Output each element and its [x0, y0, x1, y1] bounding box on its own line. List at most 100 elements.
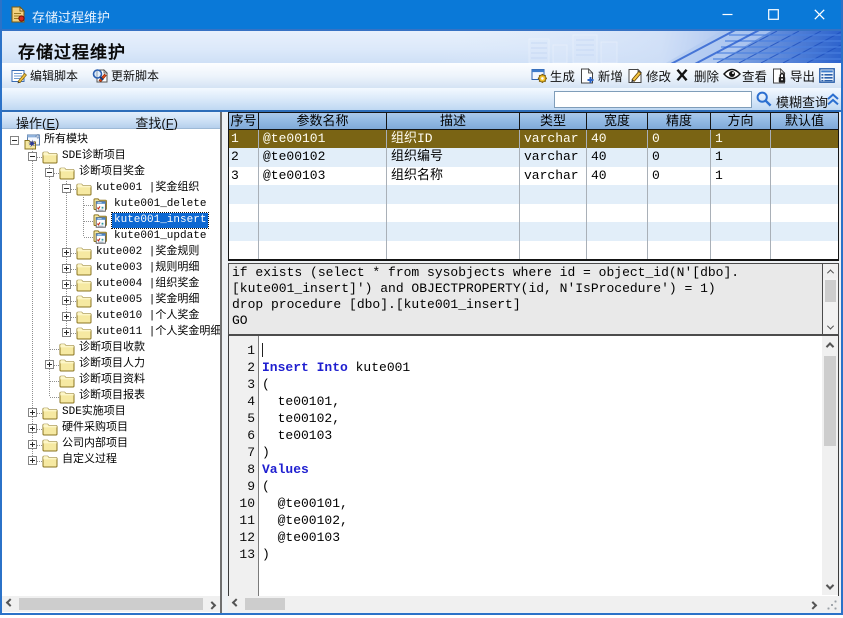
scroll-right-button[interactable]	[204, 596, 220, 612]
tree-item--[interactable]: 自定义过程	[2, 453, 220, 469]
tree-item-label[interactable]: 诊断项目人力	[77, 357, 147, 372]
close-button[interactable]	[797, 0, 842, 29]
tree-item-label[interactable]: 诊断项目报表	[77, 389, 147, 404]
table-empty-row[interactable]	[229, 185, 838, 203]
tree-item--[interactable]: 诊断项目资料	[2, 373, 220, 389]
tree-item-label[interactable]: kute003 |规则明细	[94, 261, 201, 276]
collapse-node-icon[interactable]	[45, 168, 54, 177]
tree-item-label[interactable]: kute004 |组织奖金	[94, 277, 201, 292]
tree-item-kute003-[interactable]: kute003 |规则明细	[2, 261, 220, 277]
tree-item-kute011-[interactable]: kute011 |个人奖金明细	[2, 325, 220, 341]
删除-button[interactable]: 删除	[675, 66, 719, 85]
scrollbar-thumb[interactable]	[824, 356, 836, 446]
scroll-up-button[interactable]	[822, 336, 838, 353]
table-empty-row[interactable]	[229, 204, 838, 222]
fuzzy-search-label[interactable]: 模糊查询	[776, 92, 828, 111]
code-vertical-scrollbar[interactable]	[822, 336, 838, 595]
tree-item-label[interactable]: SDE诊断项目	[60, 149, 128, 164]
tree-item--[interactable]: 硬件采购项目	[2, 421, 220, 437]
scroll-down-button[interactable]	[823, 320, 838, 334]
tree-item-kute001-[interactable]: kute001 |奖金组织	[2, 181, 220, 197]
tree-item--[interactable]: 诊断项目人力	[2, 357, 220, 373]
导出-button[interactable]: 导出	[771, 66, 815, 85]
expand-node-icon[interactable]	[28, 456, 37, 465]
minimize-button[interactable]	[705, 0, 750, 29]
code-horizontal-scrollbar[interactable]	[228, 596, 821, 612]
新增-button[interactable]: 新增	[579, 66, 623, 85]
tree-item-kute001_insert[interactable]: kute001_insert	[2, 213, 220, 229]
tree-item-label[interactable]: 公司内部项目	[60, 437, 130, 452]
expand-node-icon[interactable]	[28, 424, 37, 433]
tree-menu-F[interactable]: 查找(F)	[135, 113, 178, 128]
expand-node-icon[interactable]	[45, 360, 54, 369]
更新脚本-button[interactable]: 更新脚本	[92, 67, 159, 84]
search-icon[interactable]	[755, 90, 773, 108]
tree-item-label[interactable]: 自定义过程	[60, 453, 119, 468]
tree-item-label[interactable]: kute010 |个人奖金	[94, 309, 201, 324]
scroll-left-button[interactable]	[2, 596, 18, 612]
table-empty-row[interactable]	[229, 241, 838, 259]
tree-item-kute010-[interactable]: kute010 |个人奖金	[2, 309, 220, 325]
tree-item-label[interactable]: kute001_insert	[112, 213, 208, 228]
tree-item--[interactable]: 公司内部项目	[2, 437, 220, 453]
table-row[interactable]: 1@te00101组织IDvarchar4001	[229, 130, 838, 148]
scrollbar-thumb[interactable]	[825, 280, 836, 302]
collapse-node-icon[interactable]	[62, 184, 71, 193]
tree-item-label[interactable]: 硬件采购项目	[60, 421, 130, 436]
scroll-right-button[interactable]	[805, 596, 821, 612]
scrollbar-thumb[interactable]	[245, 598, 285, 610]
sql-header-text[interactable]: if exists (select * from sysobjects wher…	[229, 264, 822, 334]
expand-node-icon[interactable]	[62, 248, 71, 257]
生成-button[interactable]: 生成	[531, 66, 575, 85]
table-row[interactable]: 2@te00102组织编号varchar4001	[229, 148, 838, 166]
collapse-icon[interactable]	[826, 93, 840, 106]
table-row[interactable]: 3@te00103组织名称varchar4001	[229, 167, 838, 185]
tree-item-label[interactable]: 所有模块	[42, 133, 90, 148]
tree-item-kute005-[interactable]: kute005 |奖金明细	[2, 293, 220, 309]
tree-item-label[interactable]: kute001_delete	[112, 197, 208, 212]
column-header-2[interactable]: 参数名称	[259, 113, 387, 129]
tree-item-label[interactable]: SDE实施项目	[60, 405, 128, 420]
scroll-down-button[interactable]	[822, 578, 838, 595]
tree-item--[interactable]: 诊断项目奖金	[2, 165, 220, 181]
tree-horizontal-scrollbar[interactable]	[2, 596, 220, 612]
expand-node-icon[interactable]	[28, 440, 37, 449]
column-header-4[interactable]: 类型	[520, 113, 587, 129]
table-empty-row[interactable]	[229, 222, 838, 240]
tree-item-kute001_delete[interactable]: kute001_delete	[2, 197, 220, 213]
tree-item-label[interactable]: kute005 |奖金明细	[94, 293, 201, 308]
maximize-button[interactable]	[751, 0, 796, 29]
tree-item-label[interactable]: kute011 |个人奖金明细	[94, 325, 220, 340]
tree-item-kute001_update[interactable]: kute001_update	[2, 229, 220, 245]
tree-item--[interactable]: 所有模块	[2, 133, 220, 149]
tree-item-label[interactable]: kute001_update	[112, 229, 208, 244]
column-header-7[interactable]: 方向	[711, 113, 771, 129]
tree-item-kute004-[interactable]: kute004 |组织奖金	[2, 277, 220, 293]
code-editor[interactable]: 12345678910111213 Insert Into kute001( t…	[228, 335, 839, 596]
sql-vertical-scrollbar[interactable]	[823, 264, 838, 334]
tree-item-label[interactable]: 诊断项目收款	[77, 341, 147, 356]
tree-item--[interactable]: 诊断项目报表	[2, 389, 220, 405]
tree-item-label[interactable]: kute002 |奖金规则	[94, 245, 201, 260]
expand-node-icon[interactable]	[62, 280, 71, 289]
expand-node-icon[interactable]	[62, 264, 71, 273]
column-header-8[interactable]: 默认值	[771, 113, 838, 129]
grid-button[interactable]	[819, 68, 838, 84]
column-header-5[interactable]: 宽度	[587, 113, 648, 129]
查看-button[interactable]: 查看	[723, 66, 767, 85]
tree-item-label[interactable]: kute001 |奖金组织	[94, 181, 201, 196]
tree-item-label[interactable]: 诊断项目奖金	[77, 165, 147, 180]
scrollbar-thumb[interactable]	[19, 598, 203, 610]
编辑脚本-button[interactable]: 编辑脚本	[11, 67, 78, 84]
resize-grip[interactable]	[827, 600, 837, 610]
search-input[interactable]	[554, 91, 752, 108]
column-header-3[interactable]: 描述	[387, 113, 520, 129]
修改-button[interactable]: 修改	[627, 66, 671, 85]
tree-item-label[interactable]: 诊断项目资料	[77, 373, 147, 388]
tree-menu-E[interactable]: 操作(E)	[16, 113, 59, 128]
tree-item-SDE-[interactable]: SDE诊断项目	[2, 149, 220, 165]
tree-item-SDE-[interactable]: SDE实施项目	[2, 405, 220, 421]
collapse-node-icon[interactable]	[28, 152, 37, 161]
tree-item--[interactable]: 诊断项目收款	[2, 341, 220, 357]
expand-node-icon[interactable]	[28, 408, 37, 417]
